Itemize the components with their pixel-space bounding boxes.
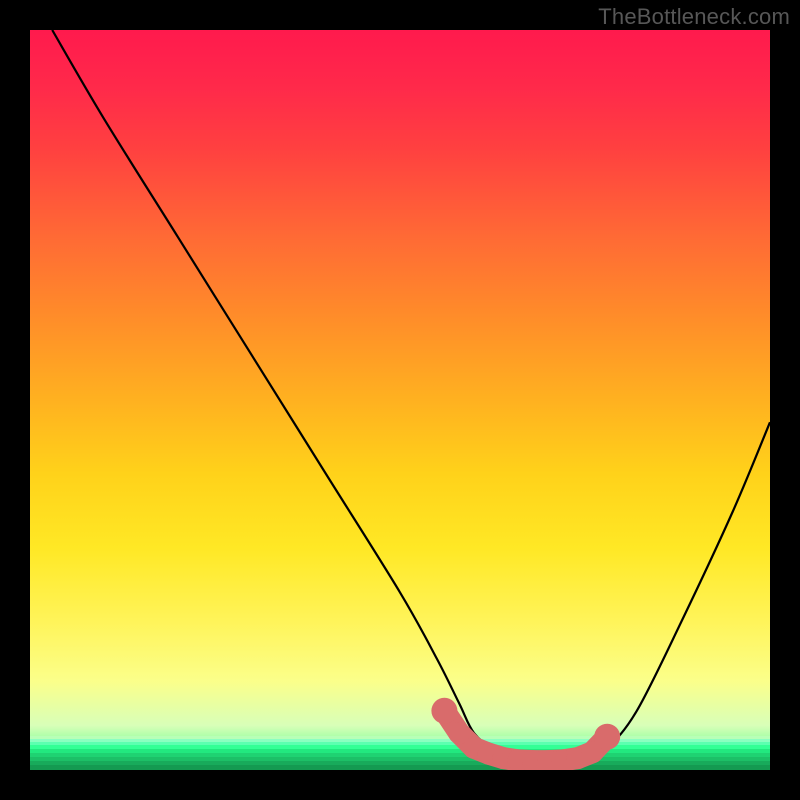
curve-svg	[30, 30, 770, 770]
bottleneck-curve	[52, 30, 770, 761]
plot-area	[30, 30, 770, 770]
chart-frame: TheBottleneck.com	[0, 0, 800, 800]
highlight-markers	[431, 698, 620, 770]
watermark-text: TheBottleneck.com	[598, 4, 790, 30]
highlight-dot	[594, 724, 620, 750]
highlight-dot	[431, 698, 457, 724]
